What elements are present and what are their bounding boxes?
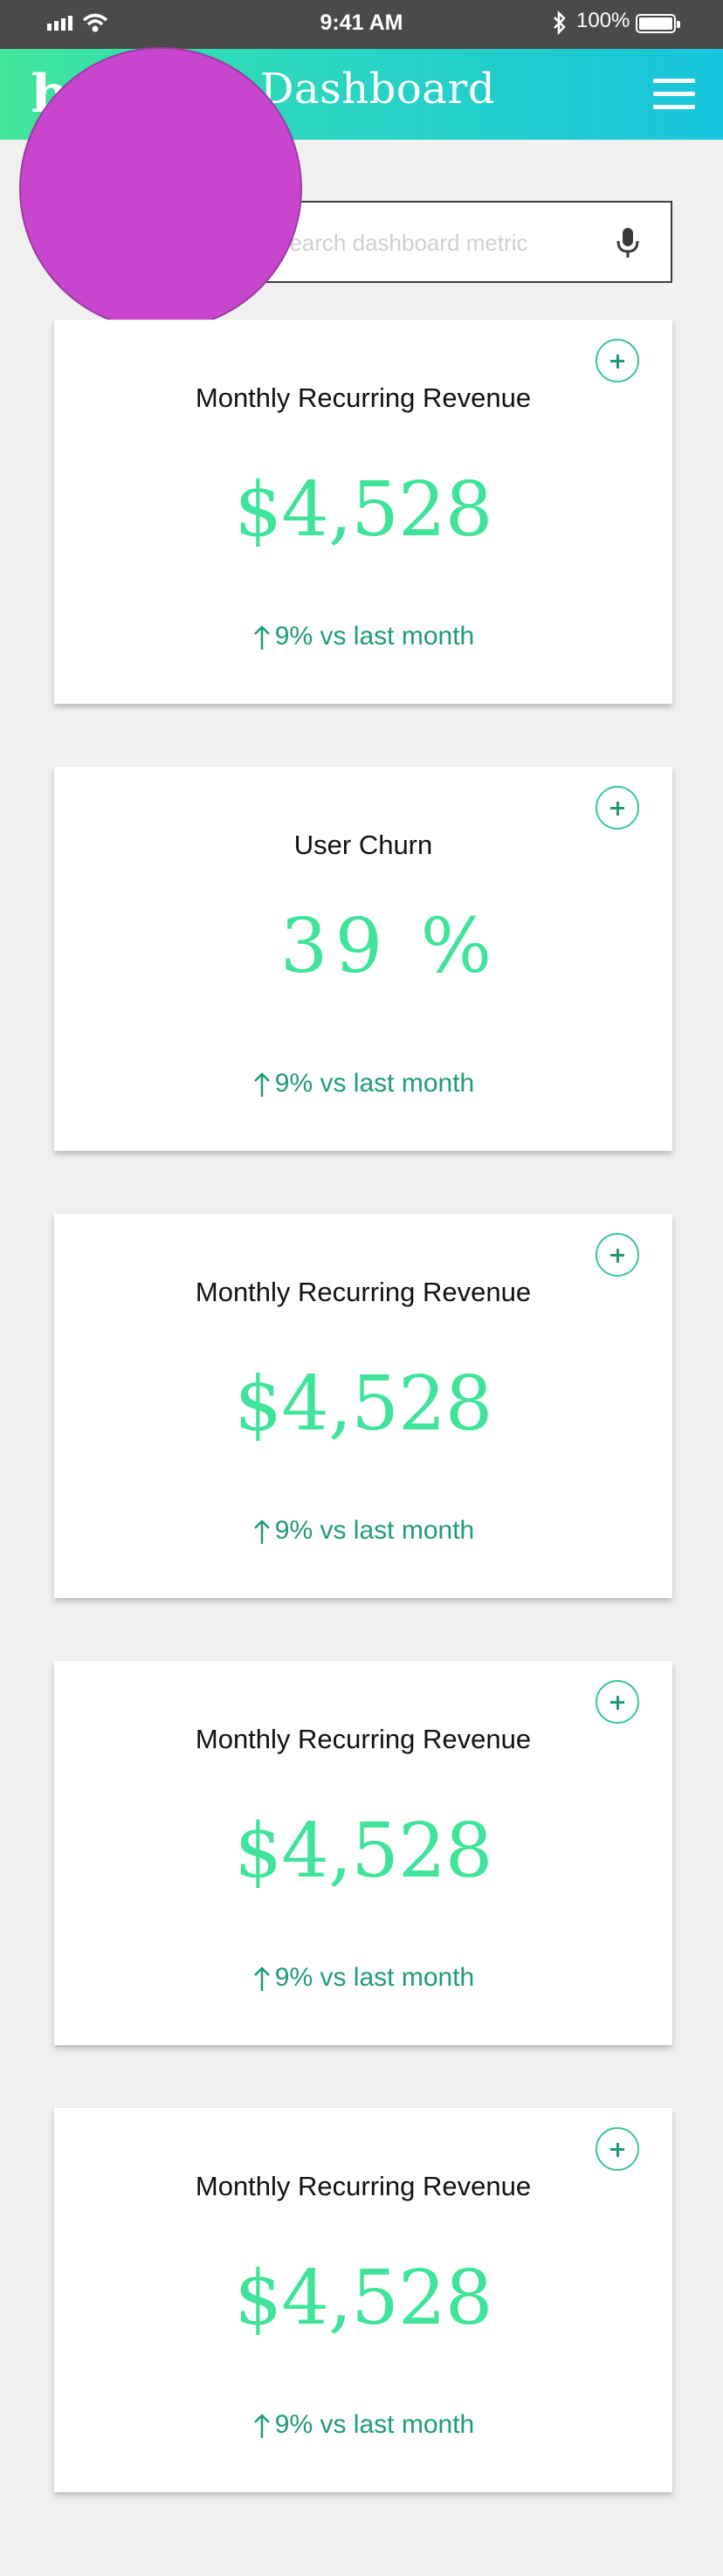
battery-icon [636,14,680,33]
bluetooth-icon [552,10,568,39]
trend-text: 9% vs last month [274,1069,475,1098]
metric-card-churn: User Churn 39 % 9% vs last month [54,767,672,1151]
microphone-icon[interactable] [613,225,648,262]
card-title: Monthly Recurring Revenue [195,382,532,413]
page-title: Dashboard [260,65,496,114]
battery-percentage: 100% [576,9,630,32]
search-input[interactable] [272,224,608,262]
hamburger-menu-icon[interactable] [653,75,695,112]
card-value: $4,528 [234,2255,493,2342]
avatar[interactable] [19,47,302,330]
arrow-up-icon [253,625,270,651]
card-value: $4,528 [234,1808,493,1895]
status-bar: 9:41 AM 100% [0,0,723,49]
card-trend: 9% vs last month [54,2410,672,2440]
card-title: User Churn [293,830,433,860]
trend-text: 9% vs last month [274,1963,475,1992]
add-icon[interactable] [596,1680,639,1724]
arrow-up-icon [253,2414,270,2439]
add-icon[interactable] [596,786,639,830]
card-title: Monthly Recurring Revenue [195,1277,532,1307]
arrow-up-icon [253,1966,270,1992]
search-box[interactable] [251,201,672,283]
metric-card-mrr-4: Monthly Recurring Revenue $4,528 9% vs l… [54,2108,672,2492]
arrow-up-icon [253,1072,270,1098]
trend-text: 9% vs last month [274,2410,475,2439]
card-value: 39 % [279,903,499,990]
trend-text: 9% vs last month [274,1516,475,1545]
add-icon[interactable] [596,2127,639,2171]
card-title: Monthly Recurring Revenue [195,2171,532,2201]
card-value: $4,528 [234,1360,493,1448]
arrow-up-icon [253,1519,270,1545]
add-icon[interactable] [596,339,639,382]
card-trend: 9% vs last month [54,1963,672,1993]
metric-card-mrr-3: Monthly Recurring Revenue $4,528 9% vs l… [54,1661,672,2045]
card-trend: 9% vs last month [54,622,672,651]
card-value: $4,528 [234,466,493,554]
trend-text: 9% vs last month [274,622,475,651]
card-title: Monthly Recurring Revenue [195,1724,532,1754]
metric-card-mrr-2: Monthly Recurring Revenue $4,528 9% vs l… [54,1214,672,1598]
add-icon[interactable] [596,1233,639,1277]
metric-card-mrr-1: Monthly Recurring Revenue $4,528 9% vs l… [54,320,672,704]
card-trend: 9% vs last month [54,1069,672,1099]
card-trend: 9% vs last month [54,1516,672,1546]
